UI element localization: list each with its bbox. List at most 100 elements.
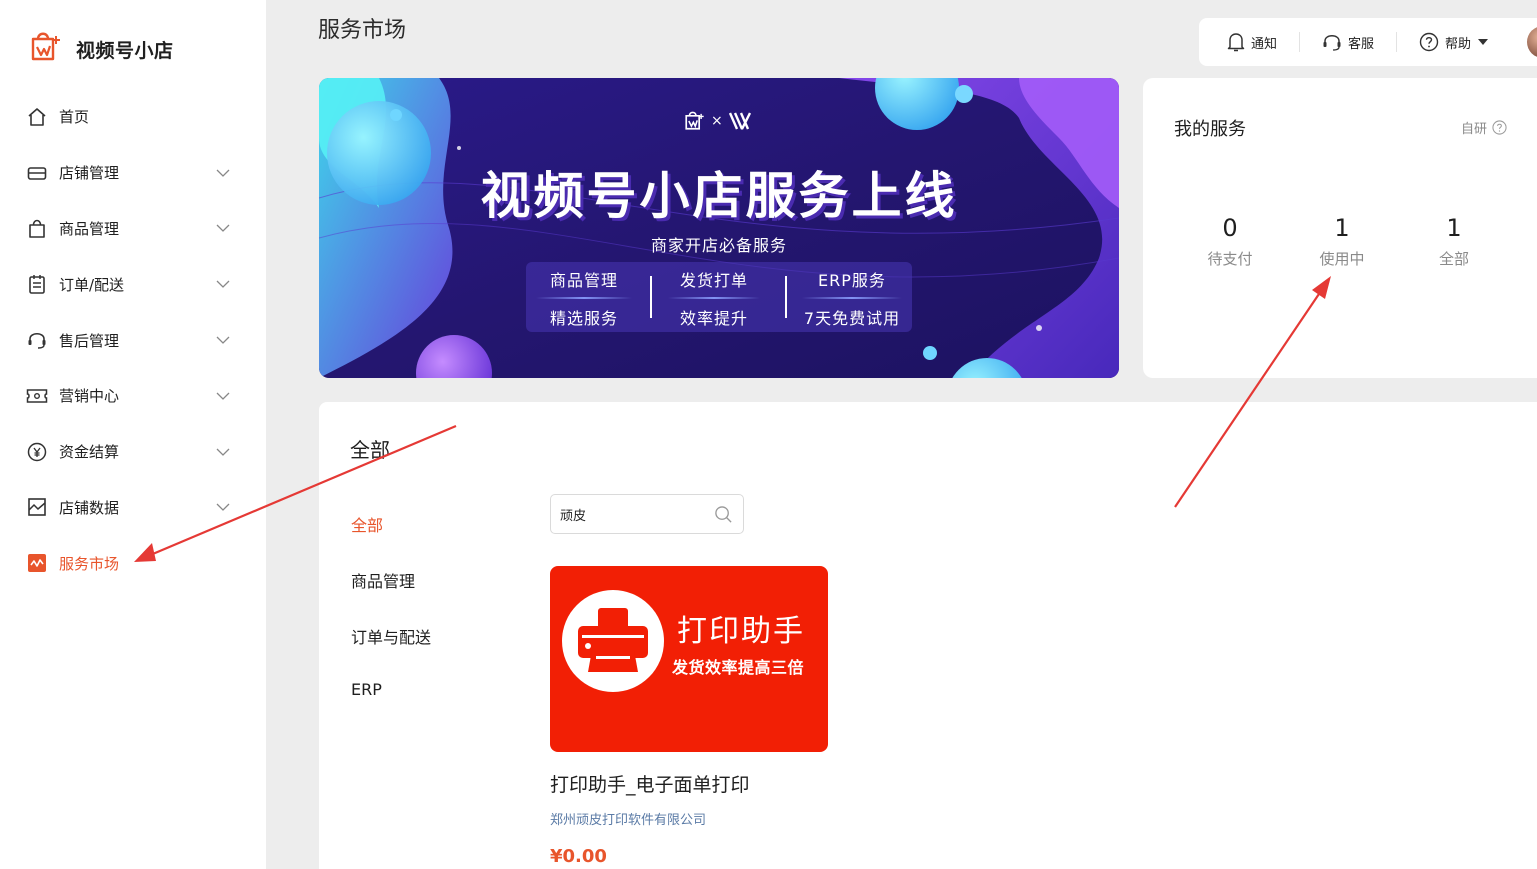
sidebar-item-store[interactable]: 店铺管理 bbox=[0, 145, 266, 201]
sidebar-item-data[interactable]: 店铺数据 bbox=[0, 480, 266, 536]
search-input[interactable] bbox=[560, 504, 710, 524]
printer-badge bbox=[562, 590, 664, 692]
banner-feature-title: 发货打单 bbox=[679, 271, 748, 290]
sidebar-item-label: 商品管理 bbox=[59, 219, 120, 238]
sidebar-item-label: 首页 bbox=[59, 108, 90, 127]
partner-logo-icon bbox=[728, 112, 751, 130]
sidebar-item-label: 营销中心 bbox=[59, 387, 120, 406]
home-icon bbox=[26, 106, 48, 128]
chevron-down-icon bbox=[216, 336, 230, 344]
banner-feature: 发货打单 效率提升 bbox=[658, 262, 770, 332]
store-icon bbox=[26, 162, 48, 184]
bag-icon bbox=[26, 217, 48, 239]
banner-subtitle: 商家开店必备服务 bbox=[650, 236, 787, 255]
notify-button[interactable]: 通知 bbox=[1227, 32, 1277, 52]
customer-service-button[interactable]: 客服 bbox=[1322, 32, 1374, 52]
banner-title: 视频号小店服务上线 bbox=[480, 167, 958, 225]
sidebar-item-aftersales[interactable]: 售后管理 bbox=[0, 312, 266, 368]
banner-feature-box: 商品管理 精选服务 发货打单 效率提升 ERP服务 7天免费试用 bbox=[526, 262, 912, 332]
sidebar-item-label: 服务市场 bbox=[59, 554, 120, 573]
stat-value: 0 bbox=[1222, 214, 1238, 242]
banner-feature-line bbox=[536, 297, 632, 299]
customer-service-label: 客服 bbox=[1348, 36, 1375, 52]
category-order-delivery[interactable]: 订单与配送 bbox=[351, 624, 431, 648]
stat-label: 全部 bbox=[1438, 250, 1469, 268]
chevron-down-icon bbox=[216, 225, 230, 233]
sidebar-item-marketing[interactable]: 营销中心 bbox=[0, 368, 266, 424]
banner-feature: 商品管理 精选服务 bbox=[526, 262, 642, 332]
stat-label: 使用中 bbox=[1319, 250, 1365, 268]
notify-label: 通知 bbox=[1251, 36, 1278, 52]
chevron-down-icon bbox=[216, 504, 230, 512]
self-developed-link[interactable]: 自研 bbox=[1461, 118, 1507, 137]
sidebar-item-label: 资金结算 bbox=[59, 443, 120, 462]
banner-divider bbox=[785, 276, 787, 318]
chevron-down-icon bbox=[216, 392, 230, 400]
stat-all[interactable]: 1 全部 bbox=[1404, 214, 1504, 269]
shop-bag-icon bbox=[685, 111, 704, 130]
product-vendor[interactable]: 郑州顽皮打印软件有限公司 bbox=[550, 809, 706, 828]
sidebar-item-orders[interactable]: 订单/配送 bbox=[0, 256, 266, 312]
sidebar-nav: 首页 店铺管理 商品管理 订单/配送 售后管理 营销中心 资金结算 店铺数据 服… bbox=[0, 89, 266, 591]
help-icon bbox=[1492, 120, 1507, 135]
banner-feature-desc: 效率提升 bbox=[679, 309, 748, 328]
service-market-icon bbox=[26, 552, 48, 574]
category-all[interactable]: 全部 bbox=[351, 512, 383, 536]
service-list-panel: 全部 全部 商品管理 订单与配送 ERP 打印助手 发货效率提高三倍 打印助手_… bbox=[319, 402, 1537, 869]
my-services-title: 我的服务 bbox=[1174, 119, 1246, 140]
product-price: ¥0.00 bbox=[550, 846, 607, 867]
product-image-title: 打印助手 bbox=[677, 614, 805, 649]
banner-feature-desc: 7天免费试用 bbox=[803, 309, 901, 328]
sidebar-item-home[interactable]: 首页 bbox=[0, 89, 266, 145]
section-heading: 全部 bbox=[350, 438, 390, 462]
sidebar-item-label: 店铺管理 bbox=[59, 164, 120, 183]
category-product-management[interactable]: 商品管理 bbox=[351, 568, 415, 592]
category-erp[interactable]: ERP bbox=[351, 680, 382, 699]
sidebar-item-service-market[interactable]: 服务市场 bbox=[0, 535, 266, 591]
shop-bag-icon bbox=[28, 30, 62, 68]
stat-value: 1 bbox=[1334, 214, 1350, 242]
ticket-icon bbox=[26, 385, 48, 407]
banner-feature-title: ERP服务 bbox=[818, 271, 886, 290]
sidebar: 视频号小店 首页 店铺管理 商品管理 订单/配送 售后管理 营销中心 资金结算 … bbox=[0, 0, 266, 869]
search-icon[interactable] bbox=[714, 505, 733, 524]
banner-partner-logos: × bbox=[683, 110, 751, 132]
page-title: 服务市场 bbox=[318, 18, 407, 43]
sidebar-item-finance[interactable]: 资金结算 bbox=[0, 424, 266, 480]
sidebar-item-products[interactable]: 商品管理 bbox=[0, 201, 266, 257]
app-logo[interactable]: 视频号小店 bbox=[28, 30, 174, 68]
yen-icon bbox=[26, 441, 48, 463]
product-name[interactable]: 打印助手_电子面单打印 bbox=[550, 770, 750, 797]
banner-feature-line bbox=[802, 297, 902, 299]
toolbar-divider bbox=[1299, 32, 1301, 52]
product-thumbnail[interactable]: 打印助手 发货效率提高三倍 bbox=[550, 566, 828, 752]
self-developed-label: 自研 bbox=[1461, 122, 1488, 137]
help-label: 帮助 bbox=[1445, 36, 1472, 52]
printer-icon bbox=[578, 608, 648, 672]
promo-banner[interactable]: × 视频号小店服务上线 商家开店必备服务 商品管理 精选服务 发货打单 效率提升… bbox=[319, 78, 1119, 378]
sidebar-item-label: 售后管理 bbox=[59, 331, 120, 350]
banner-feature-desc: 精选服务 bbox=[549, 309, 618, 328]
clipboard-icon bbox=[26, 273, 48, 295]
chevron-down-icon bbox=[216, 280, 230, 289]
stat-in-use[interactable]: 1 使用中 bbox=[1292, 214, 1392, 269]
headset-icon bbox=[1323, 35, 1341, 51]
stat-pending-payment[interactable]: 0 待支付 bbox=[1180, 214, 1280, 269]
banner-logo-separator: × bbox=[711, 113, 723, 129]
stat-value: 1 bbox=[1446, 214, 1462, 242]
caret-down-icon bbox=[1478, 39, 1489, 45]
chevron-down-icon bbox=[216, 169, 230, 177]
app-name: 视频号小店 bbox=[76, 39, 174, 62]
avatar[interactable] bbox=[1527, 26, 1537, 58]
chart-icon bbox=[26, 496, 48, 518]
top-toolbar: 通知 客服 帮助 bbox=[1199, 18, 1537, 66]
help-dropdown[interactable]: 帮助 bbox=[1419, 32, 1489, 52]
chevron-down-icon bbox=[216, 448, 230, 456]
help-icon bbox=[1419, 32, 1439, 52]
banner-feature-line bbox=[668, 297, 760, 299]
search-box bbox=[550, 494, 744, 534]
banner-feature-title: 商品管理 bbox=[549, 271, 618, 290]
sidebar-item-label: 店铺数据 bbox=[59, 498, 120, 517]
toolbar-divider bbox=[1396, 32, 1398, 52]
headset-icon bbox=[26, 329, 48, 351]
